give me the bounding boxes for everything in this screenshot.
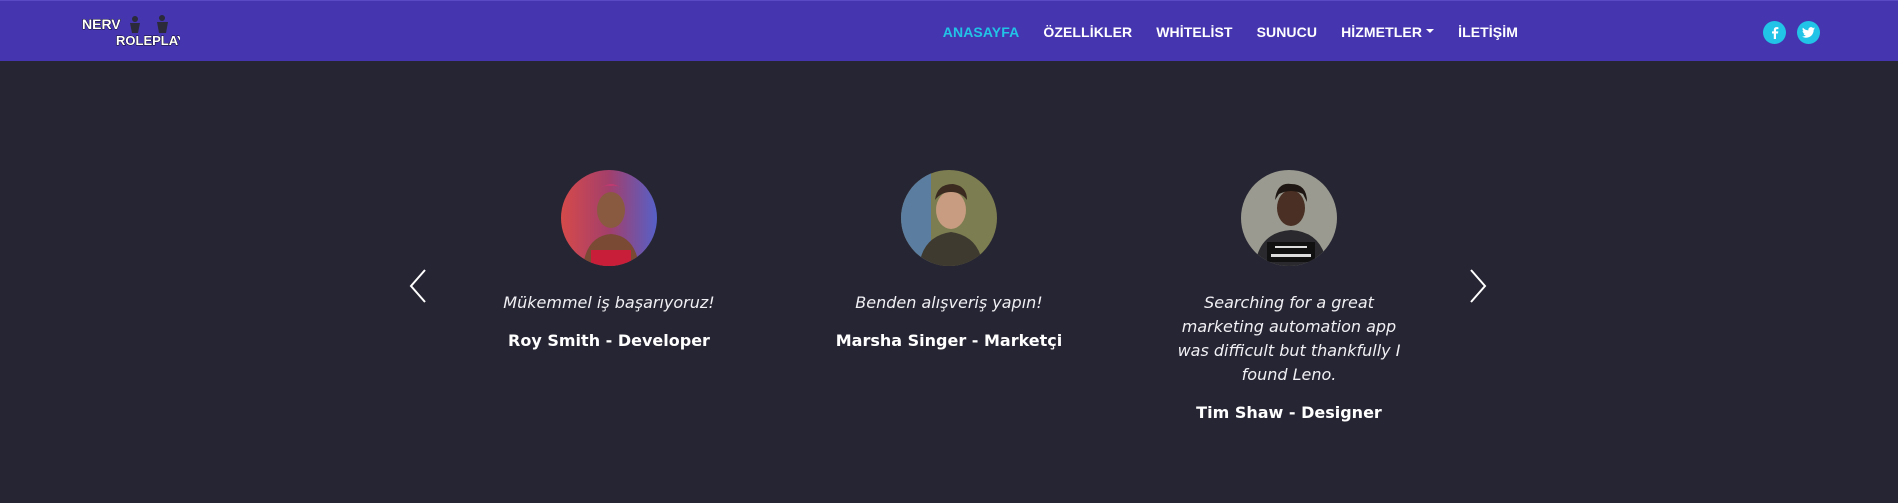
testimonial-card: Benden alışveriş yapın! Marsha Singer - …	[789, 170, 1109, 350]
caret-down-icon	[1426, 28, 1435, 33]
avatar	[561, 170, 657, 266]
avatar	[901, 170, 997, 266]
testimonial-author: Roy Smith - Developer	[508, 331, 710, 350]
nav-item-whitelist[interactable]: WHİTELİST	[1156, 24, 1232, 40]
navbar: NERV ROLEPLAY ANASAYFA ÖZELLİKLER WHİTEL…	[0, 0, 1898, 61]
testimonial-quote: Searching for a great marketing automati…	[1177, 293, 1401, 384]
chevron-left-icon[interactable]	[405, 266, 435, 306]
testimonial-quote: Mükemmel iş başarıyoruz!	[503, 293, 715, 312]
nav-item-hizmetler[interactable]: HİZMETLER	[1341, 24, 1435, 40]
twitter-icon[interactable]	[1797, 21, 1820, 44]
nav-item-ozellikler[interactable]: ÖZELLİKLER	[1043, 24, 1132, 40]
testimonial-card: Mükemmel iş başarıyoruz! Roy Smith - Dev…	[449, 170, 769, 350]
nav-item-iletisim[interactable]: İLETİŞİM	[1458, 24, 1518, 40]
site-logo[interactable]: NERV ROLEPLAY	[80, 13, 186, 49]
logo-text-line2: ROLEPLAY	[116, 33, 180, 48]
testimonial-card: Searching for a great marketing automati…	[1129, 170, 1449, 422]
testimonial-carousel: Mükemmel iş başarıyoruz! Roy Smith - Dev…	[0, 61, 1898, 503]
facebook-icon[interactable]	[1763, 21, 1786, 44]
nav-item-anasayfa[interactable]: ANASAYFA	[943, 24, 1020, 40]
chevron-right-icon[interactable]	[1463, 266, 1493, 306]
main-nav: ANASAYFA ÖZELLİKLER WHİTELİST SUNUCU HİZ…	[919, 1, 1518, 62]
testimonial-author: Tim Shaw - Designer	[1196, 403, 1382, 422]
avatar	[1241, 170, 1337, 266]
logo-text-line1: NERV	[82, 16, 121, 32]
testimonial-author: Marsha Singer - Marketçi	[835, 331, 1063, 350]
testimonial-quote: Benden alışveriş yapın!	[855, 293, 1043, 312]
nav-item-sunucu[interactable]: SUNUCU	[1257, 24, 1318, 40]
